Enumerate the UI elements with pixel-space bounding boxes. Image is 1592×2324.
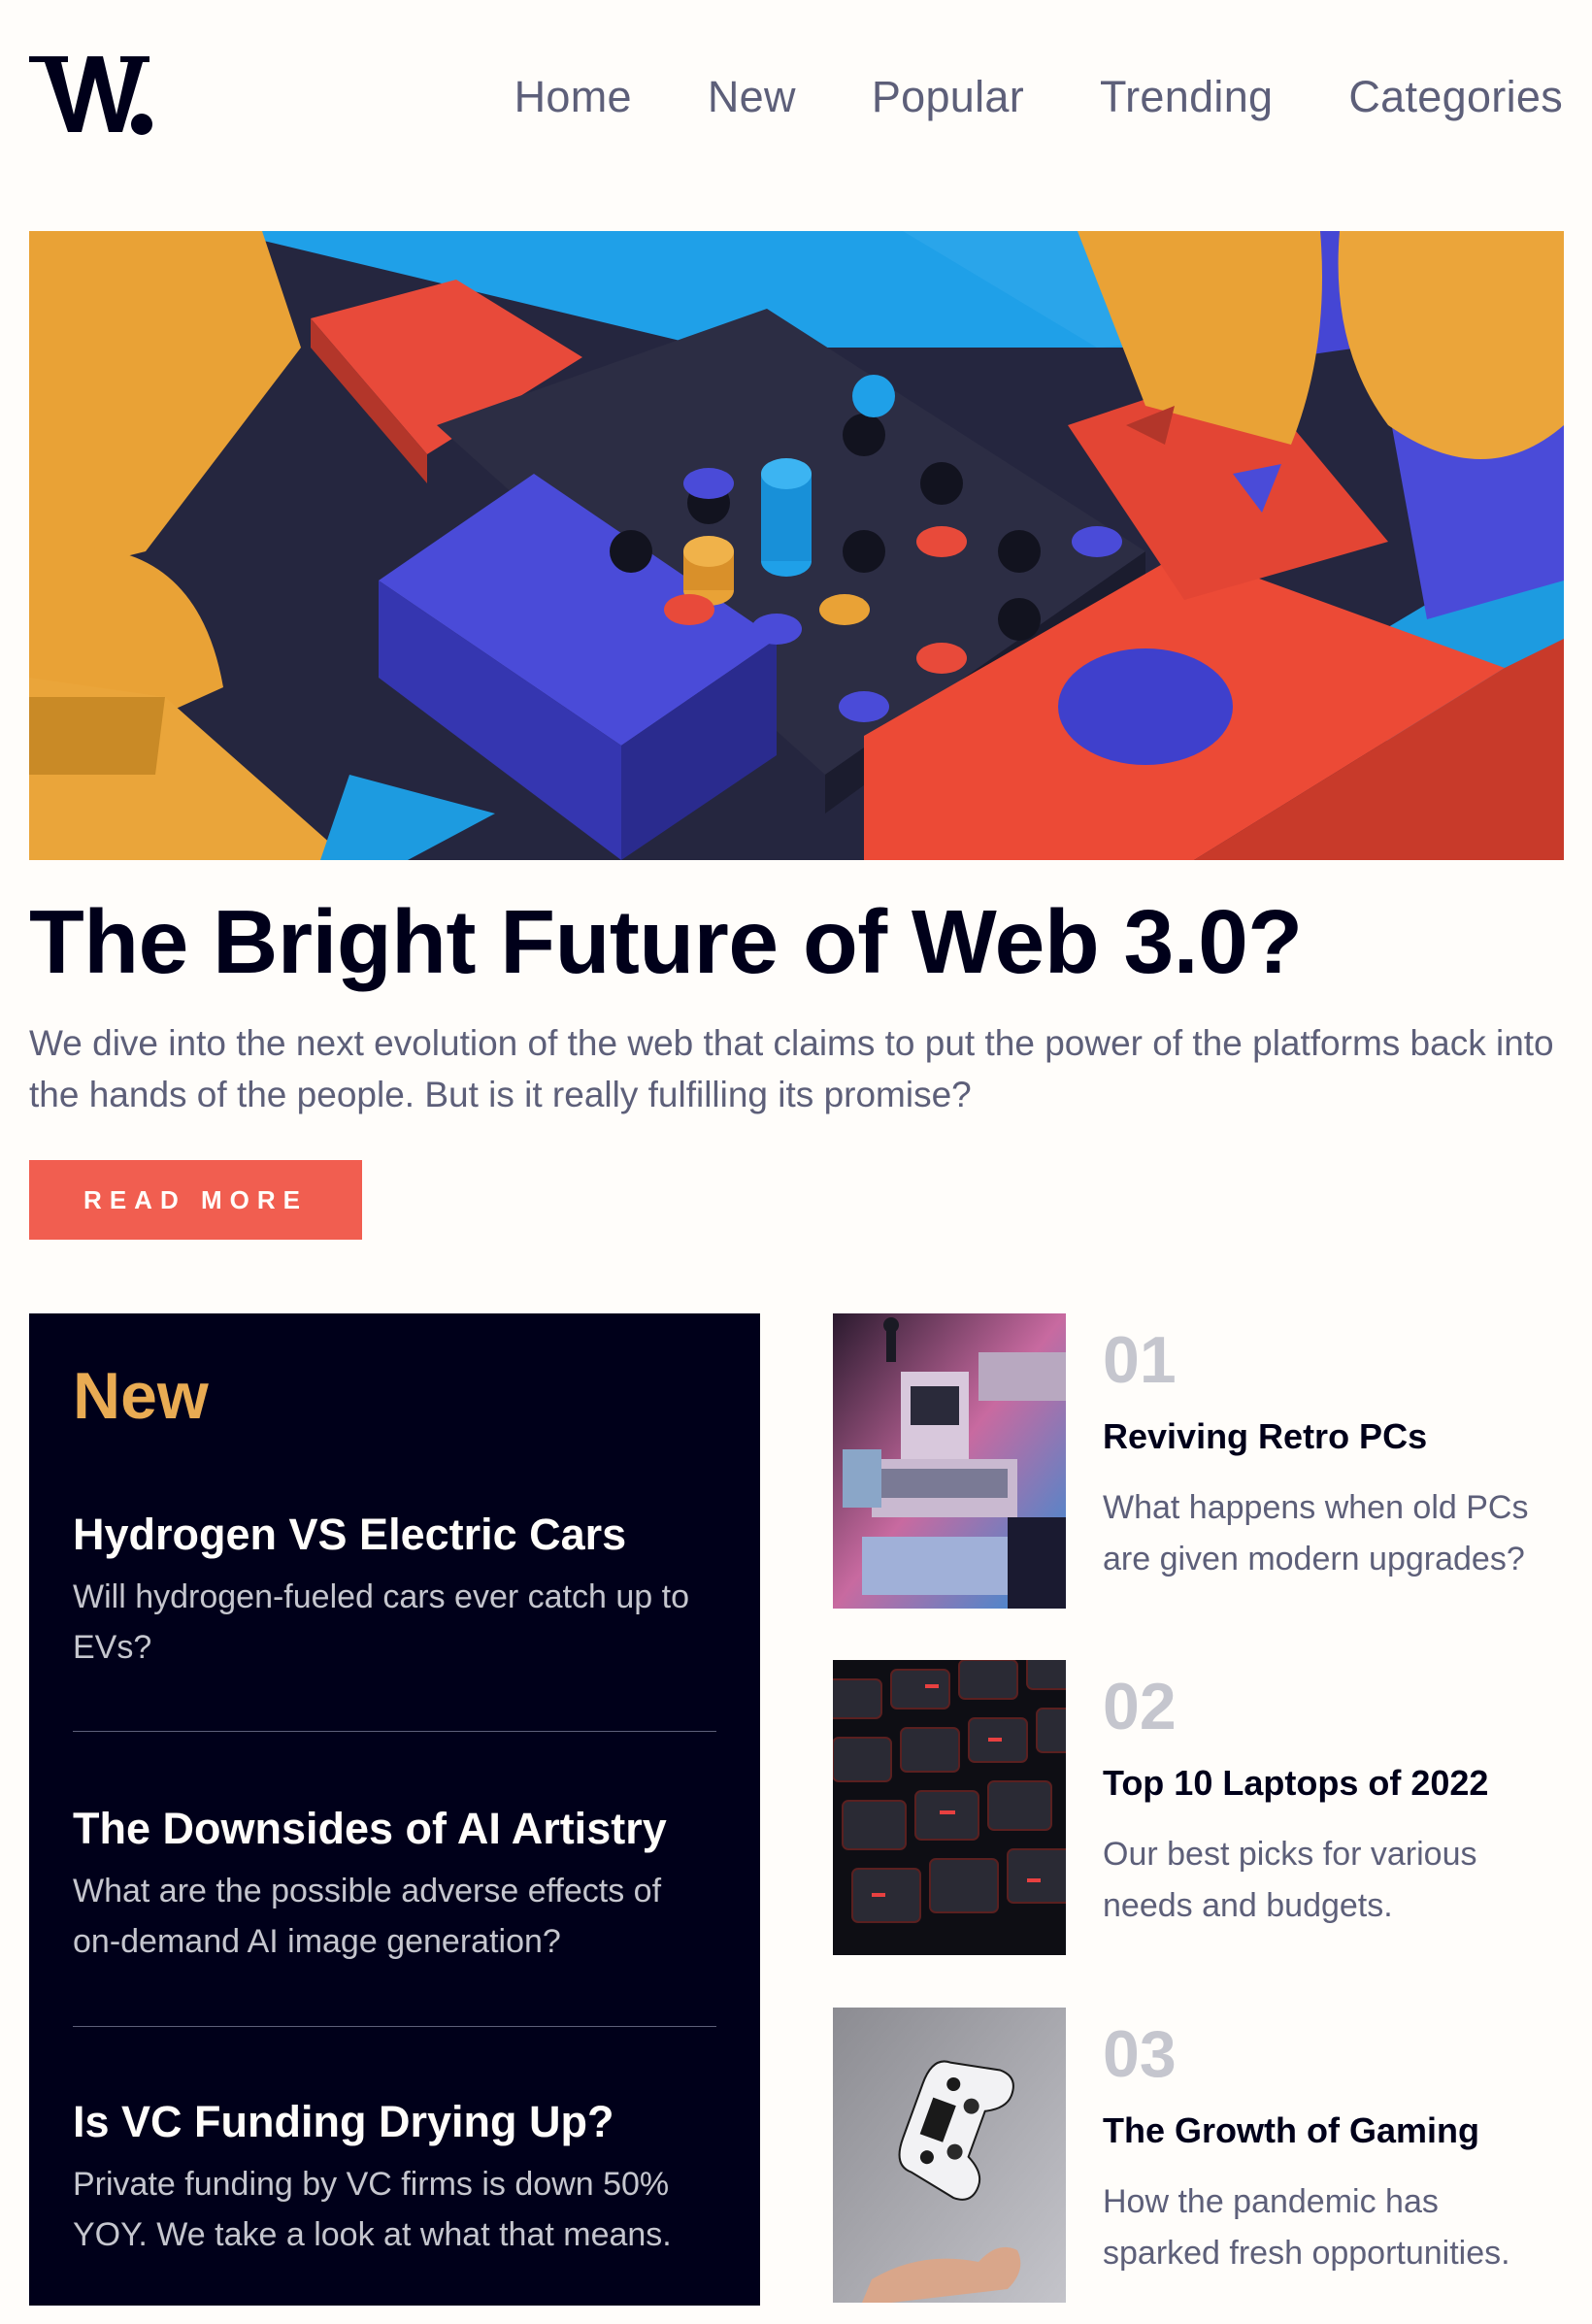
new-item[interactable]: The Downsides of AI Artistry What are th… (73, 1802, 716, 1967)
page: Home New Popular Trending Categories The… (0, 0, 1592, 2324)
nav-new[interactable]: New (708, 68, 796, 126)
numbered-title[interactable]: The Growth of Gaming (1103, 2108, 1564, 2153)
nav-categories[interactable]: Categories (1348, 68, 1563, 126)
hero-title: The Bright Future of Web 3.0? (29, 891, 1303, 992)
new-item-title[interactable]: Is VC Funding Drying Up? (73, 2095, 716, 2149)
numbered-item: 01 Reviving Retro PCs What happens when … (833, 1313, 1564, 1609)
divider (73, 1731, 716, 1732)
numbered-title[interactable]: Reviving Retro PCs (1103, 1414, 1564, 1459)
new-item-desc: Private funding by VC firms is down 50% … (73, 2166, 672, 2253)
new-panel: New Hydrogen VS Electric Cars Will hydro… (29, 1313, 760, 2306)
main-nav: Home New Popular Trending Categories (514, 68, 1563, 126)
hero-description: We dive into the next evolution of the w… (29, 1023, 1554, 1114)
numbered-desc: How the pandemic has sparked fresh oppor… (1103, 2183, 1510, 2272)
divider (73, 2026, 716, 2027)
new-item-title[interactable]: Hydrogen VS Electric Cars (73, 1508, 716, 1562)
item-number: 01 (1103, 1323, 1177, 1397)
nav-home[interactable]: Home (514, 68, 632, 126)
logo-icon[interactable] (29, 54, 155, 138)
numbered-text: 03 The Growth of Gaming How the pandemic… (1103, 2008, 1564, 2279)
nav-trending[interactable]: Trending (1100, 68, 1273, 126)
retro-pc-image[interactable] (833, 1313, 1066, 1609)
numbered-item: 03 The Growth of Gaming How the pandemic… (833, 2008, 1564, 2303)
game-controller-image[interactable] (833, 2008, 1066, 2303)
new-item-desc: Will hydrogen-fueled cars ever catch up … (73, 1578, 689, 1666)
laptop-keyboard-image[interactable] (833, 1660, 1066, 1955)
numbered-item: 02 Top 10 Laptops of 2022 Our best picks… (833, 1660, 1564, 1955)
item-number: 02 (1103, 1670, 1177, 1743)
nav-popular[interactable]: Popular (872, 68, 1024, 126)
new-item[interactable]: Is VC Funding Drying Up? Private funding… (73, 2095, 716, 2260)
new-item[interactable]: Hydrogen VS Electric Cars Will hydrogen-… (73, 1508, 716, 1673)
new-item-title[interactable]: The Downsides of AI Artistry (73, 1802, 716, 1856)
item-number: 03 (1103, 2017, 1177, 2091)
new-item-desc: What are the possible adverse effects of… (73, 1873, 662, 1960)
numbered-desc: What happens when old PCs are given mode… (1103, 1489, 1529, 1577)
hero-image (29, 231, 1564, 860)
numbered-text: 01 Reviving Retro PCs What happens when … (1103, 1313, 1564, 1585)
new-heading: New (73, 1359, 209, 1433)
numbered-desc: Our best picks for various needs and bud… (1103, 1836, 1477, 1924)
read-more-button[interactable]: READ MORE (29, 1160, 362, 1240)
numbered-title[interactable]: Top 10 Laptops of 2022 (1103, 1761, 1564, 1806)
numbered-text: 02 Top 10 Laptops of 2022 Our best picks… (1103, 1660, 1564, 1932)
